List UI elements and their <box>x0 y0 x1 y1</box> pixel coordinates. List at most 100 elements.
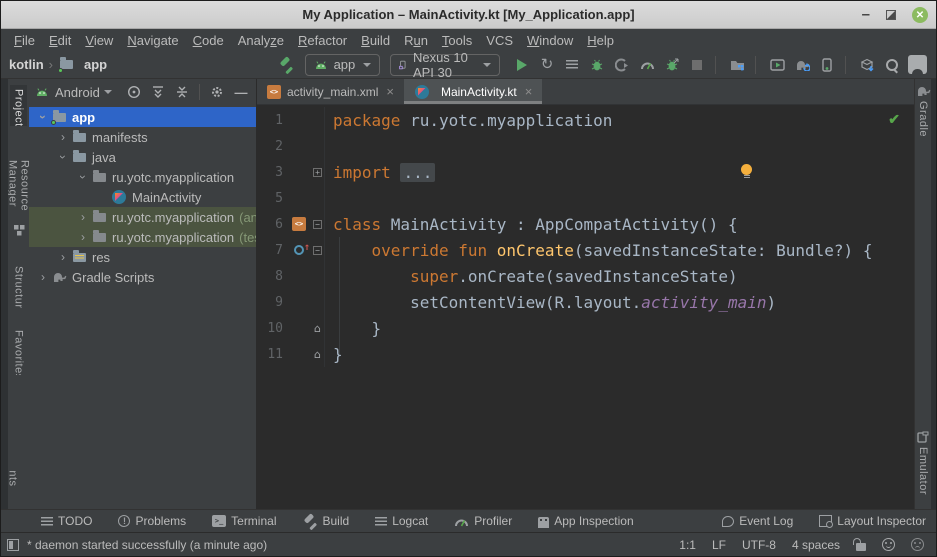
tool-stripe-button-project[interactable]: Project <box>10 85 27 126</box>
sad-face-icon[interactable] <box>911 538 924 551</box>
device-file-explorer-button[interactable] <box>726 54 748 76</box>
indent-widget[interactable]: 4 spaces <box>792 538 840 552</box>
fold-minus-icon[interactable]: − <box>313 246 322 255</box>
sdk-manager-button[interactable] <box>856 54 878 76</box>
menu-item-code[interactable]: Code <box>186 31 231 50</box>
tool-window-button-terminal[interactable]: >_Terminal <box>212 514 276 528</box>
fold-minus-icon[interactable]: − <box>313 220 322 229</box>
menu-item-view[interactable]: View <box>78 31 120 50</box>
tool-window-button-problems[interactable]: !Problems <box>118 514 186 528</box>
tool-window-button-app-inspection[interactable]: App Inspection <box>538 514 633 528</box>
chevron-down-icon[interactable]: › <box>56 149 70 165</box>
res-folder-icon <box>71 249 87 265</box>
menu-item-file[interactable]: File <box>7 31 42 50</box>
build-project-button[interactable] <box>279 54 294 76</box>
profile-debug-button[interactable] <box>661 54 683 76</box>
breadcrumb-target[interactable]: app <box>84 57 107 72</box>
bottom-bar-right-group: Event Log Layout Inspector <box>696 514 926 528</box>
apply-changes-button[interactable]: ↻ <box>536 54 558 76</box>
happy-face-icon[interactable] <box>882 538 895 551</box>
close-tab-icon[interactable]: × <box>386 84 394 99</box>
device-select[interactable]: Nexus 10 API 30 <box>390 54 500 76</box>
maximize-button[interactable] <box>886 10 896 20</box>
collapse-all-button[interactable] <box>173 83 191 101</box>
attach-debugger-button[interactable] <box>611 54 633 76</box>
tool-window-button-event-log[interactable]: Event Log <box>722 514 793 528</box>
fold-plus-icon[interactable]: + <box>313 168 322 177</box>
line-ending-widget[interactable]: LF <box>712 538 726 552</box>
tool-stripe-button-emulator[interactable]: Emulator <box>917 431 929 495</box>
intention-bulb-icon[interactable] <box>741 164 752 175</box>
run-button[interactable] <box>511 54 533 76</box>
menu-item-help[interactable]: Help <box>580 31 621 50</box>
tool-stripe-button-gradle[interactable]: Gradle <box>915 85 931 137</box>
minimize-button[interactable]: – <box>862 10 870 20</box>
profile-avatar-button[interactable] <box>906 54 928 76</box>
breadcrumb-module[interactable]: kotlin <box>9 57 44 72</box>
editor-tab-activity_main.xml[interactable]: <>activity_main.xml× <box>257 79 404 104</box>
tree-item-suffix: (test) <box>239 230 256 245</box>
chevron-down-icon[interactable]: › <box>76 169 90 185</box>
tree-row[interactable]: ›Gradle Scripts <box>29 267 256 287</box>
chevron-right-icon[interactable]: › <box>75 230 91 244</box>
tree-row[interactable]: ›ru.yotc.myapplication(test) <box>29 227 256 247</box>
close-tab-icon[interactable]: × <box>525 84 533 99</box>
menu-item-vcs[interactable]: VCS <box>479 31 520 50</box>
tool-stripe-button-structure[interactable]: Structure <box>13 266 25 308</box>
chevron-right-icon[interactable]: › <box>55 130 71 144</box>
tool-stripe-button-build-variants[interactable]: Build Variants <box>7 471 30 509</box>
overriding-method-icon[interactable] <box>294 245 304 255</box>
avd-manager-button[interactable] <box>766 54 788 76</box>
tool-window-button-build[interactable]: Build <box>303 514 350 529</box>
menu-item-tools[interactable]: Tools <box>435 31 479 50</box>
close-button[interactable]: ✕ <box>912 7 928 23</box>
fold-end-icon[interactable]: ⌂ <box>314 348 321 361</box>
run-configuration-select[interactable]: app <box>305 54 381 76</box>
chevron-right-icon[interactable]: › <box>35 270 51 284</box>
gradle-sync-button[interactable] <box>791 54 813 76</box>
tree-row[interactable]: MainActivity <box>29 187 256 207</box>
menu-item-build[interactable]: Build <box>354 31 397 50</box>
readonly-lock-icon[interactable] <box>856 543 866 551</box>
menu-item-window[interactable]: Window <box>520 31 580 50</box>
tree-row[interactable]: ›manifests <box>29 127 256 147</box>
tree-row[interactable]: ›ru.yotc.myapplication <box>29 167 256 187</box>
tool-stripe-button-favorites[interactable]: Favorites★ <box>13 330 25 375</box>
tool-window-button-todo[interactable]: TODO <box>41 514 92 528</box>
locate-file-button[interactable] <box>125 83 143 101</box>
apply-code-changes-button[interactable] <box>561 54 583 76</box>
related-layout-file-icon[interactable]: <> <box>292 217 306 231</box>
tool-window-button-profiler[interactable]: Profiler <box>454 514 512 528</box>
chevron-right-icon[interactable]: › <box>75 210 91 224</box>
caret-position-widget[interactable]: 1:1 <box>679 538 696 552</box>
panel-settings-button[interactable] <box>208 83 226 101</box>
project-view-selector[interactable]: Android <box>55 85 112 100</box>
device-manager-button[interactable] <box>816 54 838 76</box>
menu-item-edit[interactable]: Edit <box>42 31 78 50</box>
fold-end-icon[interactable]: ⌂ <box>314 322 321 335</box>
code-line: 5 <box>257 185 914 211</box>
menu-item-navigate[interactable]: Navigate <box>120 31 185 50</box>
editor-tab-MainActivity.kt[interactable]: MainActivity.kt× <box>404 79 542 104</box>
code-editor[interactable]: 1package ru.yotc.myapplication23+import … <box>257 105 914 509</box>
menu-item-analyze[interactable]: Analyze <box>231 31 291 50</box>
toggle-tool-windows-icon[interactable] <box>7 539 19 551</box>
tool-window-button-layout-inspector[interactable]: Layout Inspector <box>819 514 926 528</box>
encoding-widget[interactable]: UTF-8 <box>742 538 776 552</box>
tool-stripe-button-resource-manager[interactable]: Resource Manager <box>7 160 30 236</box>
tool-window-button-logcat[interactable]: Logcat <box>375 514 428 528</box>
debug-button[interactable] <box>586 54 608 76</box>
hide-panel-button[interactable]: — <box>232 83 250 101</box>
search-everywhere-button[interactable] <box>881 54 903 76</box>
menu-item-run[interactable]: Run <box>397 31 435 50</box>
stop-button[interactable] <box>686 54 708 76</box>
tree-row[interactable]: ›res <box>29 247 256 267</box>
expand-all-button[interactable] <box>149 83 167 101</box>
tree-row[interactable]: ›java <box>29 147 256 167</box>
chevron-down-icon[interactable]: › <box>36 109 50 125</box>
tree-row[interactable]: ›ru.yotc.myapplication(androidTest) <box>29 207 256 227</box>
tree-row[interactable]: ›app <box>29 107 256 127</box>
menu-item-refactor[interactable]: Refactor <box>291 31 354 50</box>
chevron-right-icon[interactable]: › <box>55 250 71 264</box>
profiler-button[interactable] <box>636 54 658 76</box>
